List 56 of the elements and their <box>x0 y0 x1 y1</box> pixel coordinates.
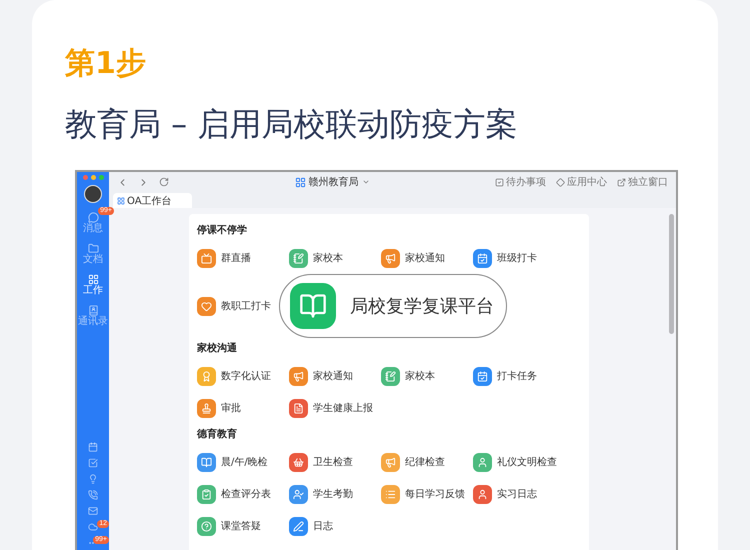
external-link-icon <box>617 178 626 186</box>
avatar[interactable] <box>84 185 102 203</box>
refresh-icon[interactable] <box>159 177 169 187</box>
app-item[interactable]: 群直播 <box>197 242 251 274</box>
folder-icon <box>88 243 98 254</box>
grid-icon <box>294 176 306 188</box>
app-item[interactable]: 教职工打卡 <box>197 274 271 338</box>
app-item[interactable]: 礼仪文明检查 <box>473 446 557 478</box>
checkbox-icon[interactable] <box>88 458 98 468</box>
sidebar-item[interactable]: 工作 <box>83 271 103 297</box>
app-item[interactable]: 班级打卡 <box>473 242 537 274</box>
app-item[interactable]: 纪律检查 <box>381 446 445 478</box>
toolbar-action[interactable]: 应用中心 <box>556 175 607 189</box>
phone-icon[interactable] <box>88 490 98 500</box>
zoom-dot[interactable] <box>98 175 104 180</box>
diamond-icon <box>556 178 565 186</box>
page-title: 教育局 – 启用局校联动防疫方案 <box>65 104 518 144</box>
app-item[interactable]: 实习日志 <box>473 478 537 510</box>
checkbox-icon <box>495 178 504 186</box>
app-item[interactable]: 课堂答疑 <box>197 510 261 542</box>
tab[interactable]: OA工作台 <box>113 193 192 208</box>
section-title: 德育教育 <box>197 428 238 442</box>
chat-icon <box>88 212 98 223</box>
app-item[interactable]: 每日学习反馈 <box>381 478 465 510</box>
app-item[interactable]: 学生健康上报 <box>289 392 373 424</box>
app-item[interactable]: 日志 <box>289 510 333 542</box>
scrollbar-thumb[interactable] <box>669 214 674 334</box>
lightbulb-icon[interactable] <box>88 474 98 484</box>
step-label: 第1步 <box>65 45 147 83</box>
window-title: 赣州教育局 <box>308 176 358 189</box>
app-item[interactable]: 打卡任务 <box>473 360 537 392</box>
app-item[interactable]: 学生考勤 <box>289 478 353 510</box>
app-item[interactable]: 检查评分表 <box>197 478 271 510</box>
minimize-dot[interactable] <box>90 175 96 180</box>
app-item[interactable]: 家校本 <box>381 360 435 392</box>
book-icon <box>290 283 336 329</box>
app-item[interactable]: 数字化认证 <box>197 360 271 392</box>
contacts-icon <box>88 305 98 316</box>
app-item[interactable]: 家校通知 <box>289 360 353 392</box>
toolbar-action[interactable]: 独立窗口 <box>617 175 668 189</box>
grid-icon <box>117 196 125 204</box>
close-dot[interactable] <box>82 175 88 180</box>
section-title: 停课不停学 <box>197 224 248 238</box>
mail-icon[interactable] <box>88 506 98 516</box>
app-item[interactable]: 卫生检查 <box>289 446 353 478</box>
app-name: 局校复学复课平台 <box>350 295 494 318</box>
app-item[interactable]: 晨/午/晚检 <box>197 446 268 478</box>
cloud-icon[interactable] <box>88 522 98 532</box>
grid-icon <box>88 274 98 285</box>
app-item[interactable]: 家校本 <box>289 242 343 274</box>
section-title: 家校沟通 <box>197 342 238 356</box>
toolbar-action[interactable]: 待办事项 <box>495 175 546 189</box>
app-item[interactable]: 审批 <box>197 392 241 424</box>
calendar-icon[interactable] <box>88 442 98 452</box>
app-item[interactable]: 家校通知 <box>381 242 445 274</box>
caret-icon[interactable] <box>362 178 370 186</box>
